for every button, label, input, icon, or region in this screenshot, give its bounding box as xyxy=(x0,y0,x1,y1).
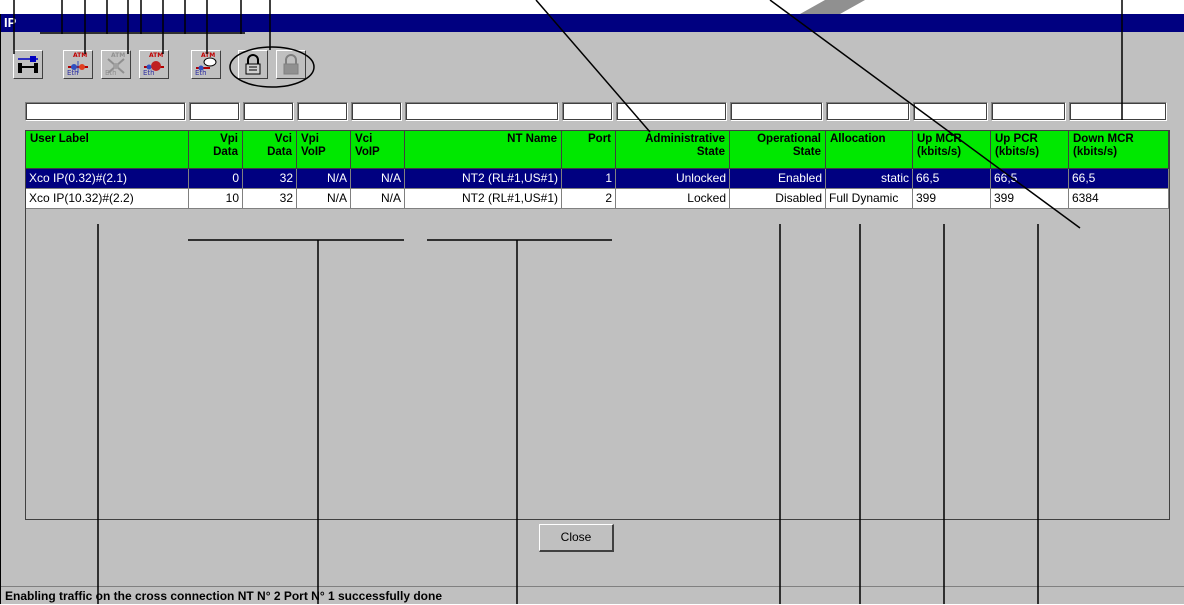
column-header-user-label[interactable]: User Label xyxy=(26,131,189,169)
cell-up-mcr: 399 xyxy=(913,189,991,209)
cell-operational-state: Enabled xyxy=(730,169,826,189)
eth-label: Eth xyxy=(143,69,155,77)
connections-table: User Label Vpi Data Vci Data Vpi VoIP Vc… xyxy=(25,130,1170,520)
cell-vci-voip: N/A xyxy=(351,169,405,189)
filter-vci-voip[interactable] xyxy=(351,102,402,121)
cell-vpi-voip: N/A xyxy=(297,169,351,189)
cell-up-mcr: 66,5 xyxy=(913,169,991,189)
cell-port: 1 xyxy=(562,169,616,189)
cell-vci-data: 32 xyxy=(243,169,297,189)
column-header-nt-name[interactable]: NT Name xyxy=(405,131,562,169)
eth-label: Eth xyxy=(195,69,207,77)
atm-eth-modify-button[interactable]: ATM Eth xyxy=(139,50,169,79)
filter-vci-data[interactable] xyxy=(243,102,294,121)
filter-vpi-voip[interactable] xyxy=(297,102,348,121)
close-button[interactable]: Close xyxy=(539,524,614,552)
unlock-button[interactable] xyxy=(276,50,306,79)
eth-label: Eth xyxy=(105,69,117,77)
column-header-down-mcr[interactable]: Down MCR (kbits/s) xyxy=(1069,131,1169,169)
cell-nt-name: NT2 (RL#1,US#1) xyxy=(405,169,562,189)
filter-administrative-state[interactable] xyxy=(616,102,727,121)
cell-vci-voip: N/A xyxy=(351,189,405,209)
ip-window: IP ATM Eth ATM Eth ATM Eth ATM Eth User … xyxy=(0,14,1184,604)
cell-administrative-state: Unlocked xyxy=(616,169,730,189)
filter-port[interactable] xyxy=(562,102,613,121)
filter-vpi-data[interactable] xyxy=(189,102,240,121)
column-header-up-pcr[interactable]: Up PCR (kbits/s) xyxy=(991,131,1069,169)
cell-allocation: Full Dynamic xyxy=(826,189,913,209)
cell-up-pcr: 399 xyxy=(991,189,1069,209)
lock-icon xyxy=(245,54,261,75)
cell-up-pcr: 66,5 xyxy=(991,169,1069,189)
eth-label: Eth xyxy=(67,69,79,77)
connection-tool-button[interactable] xyxy=(13,50,43,79)
filter-down-mcr[interactable] xyxy=(1069,102,1167,121)
column-header-vci-data[interactable]: Vci Data xyxy=(243,131,297,169)
cell-vci-data: 32 xyxy=(243,189,297,209)
filter-allocation[interactable] xyxy=(826,102,910,121)
cell-vpi-data: 0 xyxy=(189,169,243,189)
column-header-operational-state[interactable]: Operational State xyxy=(730,131,826,169)
atm-eth-create-button[interactable]: ATM Eth xyxy=(63,50,93,79)
atm-eth-query-button[interactable]: ATM Eth xyxy=(191,50,221,79)
cell-port: 2 xyxy=(562,189,616,209)
unlock-icon xyxy=(283,54,299,75)
cell-administrative-state: Locked xyxy=(616,189,730,209)
cell-user-label: Xco IP(10.32)#(2.2) xyxy=(26,189,189,209)
atm-eth-delete-button[interactable]: ATM Eth xyxy=(101,50,131,79)
connection-tool-icon xyxy=(18,56,38,73)
filter-operational-state[interactable] xyxy=(730,102,823,121)
cell-allocation: static xyxy=(826,169,913,189)
column-header-allocation[interactable]: Allocation xyxy=(826,131,913,169)
lock-button[interactable] xyxy=(238,50,268,79)
filter-user-label[interactable] xyxy=(25,102,186,121)
cell-nt-name: NT2 (RL#1,US#1) xyxy=(405,189,562,209)
column-header-vci-voip[interactable]: Vci VoIP xyxy=(351,131,405,169)
cell-vpi-data: 10 xyxy=(189,189,243,209)
cell-vpi-voip: N/A xyxy=(297,189,351,209)
column-header-administrative-state[interactable]: Administrative State xyxy=(616,131,730,169)
filter-nt-name[interactable] xyxy=(405,102,559,121)
column-header-port[interactable]: Port xyxy=(562,131,616,169)
column-header-vpi-voip[interactable]: Vpi VoIP xyxy=(297,131,351,169)
filter-up-pcr[interactable] xyxy=(991,102,1066,121)
cell-down-mcr: 6384 xyxy=(1069,189,1169,209)
cell-down-mcr: 66,5 xyxy=(1069,169,1169,189)
column-header-up-mcr[interactable]: Up MCR (kbits/s) xyxy=(913,131,991,169)
column-header-vpi-data[interactable]: Vpi Data xyxy=(189,131,243,169)
cell-user-label: Xco IP(0.32)#(2.1) xyxy=(26,169,189,189)
cell-operational-state: Disabled xyxy=(730,189,826,209)
filter-up-mcr[interactable] xyxy=(913,102,988,121)
window-title: IP xyxy=(1,14,1184,32)
status-bar: Enabling traffic on the cross connection… xyxy=(1,586,1184,604)
